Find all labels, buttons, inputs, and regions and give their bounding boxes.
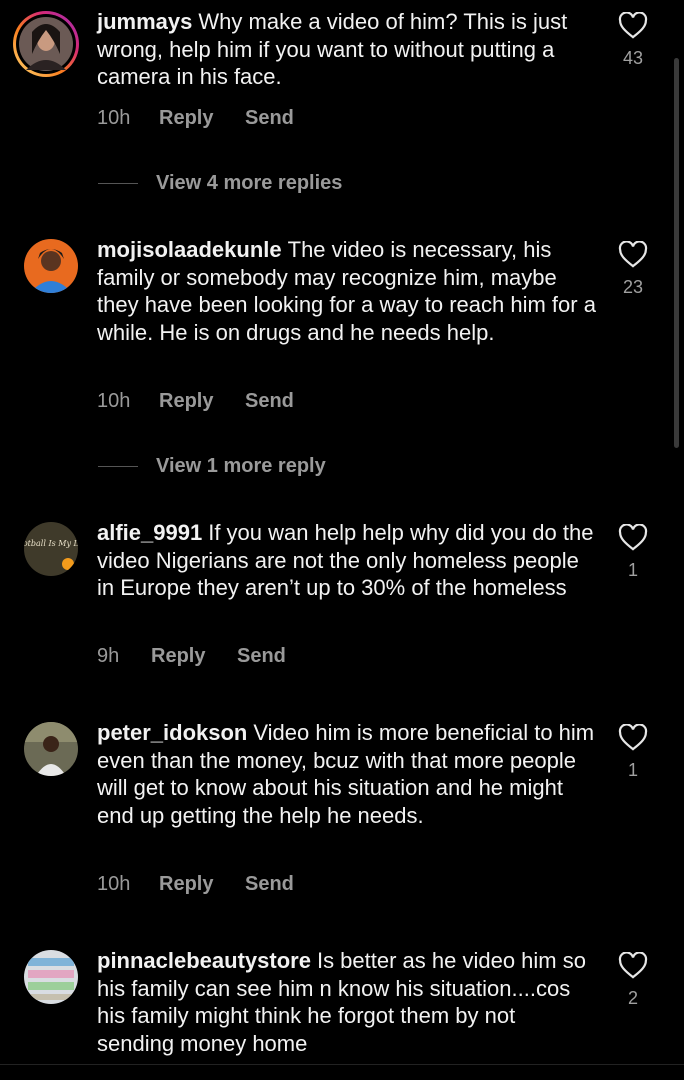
comment-text-block: pinnaclebeautystore Is better as he video…: [97, 947, 597, 1057]
like-button[interactable]: 2: [617, 952, 649, 1009]
heart-outline-icon: [618, 524, 648, 551]
send-button[interactable]: Send: [245, 873, 294, 896]
send-button[interactable]: Send: [245, 107, 294, 130]
comment-text-block: peter_idokson Video him is more beneficia…: [97, 719, 597, 829]
comment-time: 10h: [97, 390, 131, 412]
like-count: 1: [627, 760, 638, 780]
avatar[interactable]: [24, 950, 78, 1004]
like-button[interactable]: 23: [617, 241, 649, 298]
view-more-replies-label: View 4 more replies: [156, 172, 343, 194]
bottom-divider: [0, 1064, 684, 1065]
like-count: 23: [622, 277, 644, 297]
comment-meta: 9h Reply Send: [97, 645, 286, 668]
send-button[interactable]: Send: [245, 390, 294, 413]
divider-line: [98, 183, 138, 184]
comment-time: 10h: [97, 107, 131, 129]
divider-line: [98, 466, 138, 467]
scrollbar[interactable]: [674, 58, 679, 448]
like-count: 2: [627, 988, 638, 1008]
avatar[interactable]: Football Is My Life: [24, 522, 78, 576]
like-count: 1: [627, 560, 638, 580]
comment-meta: 10h Reply Send: [97, 390, 294, 413]
reply-button[interactable]: Reply: [159, 107, 245, 130]
like-button[interactable]: 1: [617, 524, 649, 581]
comment-meta: 10h Reply Send: [97, 873, 294, 896]
avatar-caption: Football Is My Life: [24, 539, 78, 548]
comment-username[interactable]: jummays: [97, 9, 192, 34]
comment-meta: 10h Reply Send: [97, 107, 294, 130]
like-button[interactable]: 1: [617, 724, 649, 781]
view-more-replies-label: View 1 more reply: [156, 455, 326, 477]
comment-time: 10h: [97, 873, 131, 895]
view-more-replies[interactable]: View 4 more replies: [98, 172, 342, 195]
avatar[interactable]: [24, 722, 78, 776]
comment-username[interactable]: alfie_9991: [97, 520, 202, 545]
avatar[interactable]: [24, 239, 78, 293]
heart-outline-icon: [618, 12, 648, 39]
reply-button[interactable]: Reply: [159, 390, 245, 413]
avatar[interactable]: [12, 10, 80, 78]
like-button[interactable]: 43: [617, 12, 649, 69]
send-button[interactable]: Send: [237, 645, 286, 668]
heart-outline-icon: [618, 952, 648, 979]
comment-text-block: alfie_9991 If you wan help help why did y…: [97, 519, 597, 602]
comment-text-block: mojisolaadekunle The video is necessary, …: [97, 236, 597, 346]
comment-username[interactable]: pinnaclebeautystore: [97, 948, 311, 973]
heart-outline-icon: [618, 724, 648, 751]
heart-outline-icon: [618, 241, 648, 268]
reply-button[interactable]: Reply: [151, 645, 237, 668]
comment-username[interactable]: mojisolaadekunle: [97, 237, 282, 262]
view-more-replies[interactable]: View 1 more reply: [98, 455, 326, 478]
comment-username[interactable]: peter_idokson: [97, 720, 247, 745]
comment-time: 9h: [97, 645, 120, 667]
comment-text-block: jummays Why make a video of him? This is …: [97, 8, 597, 91]
reply-button[interactable]: Reply: [159, 873, 245, 896]
like-count: 43: [622, 48, 644, 68]
